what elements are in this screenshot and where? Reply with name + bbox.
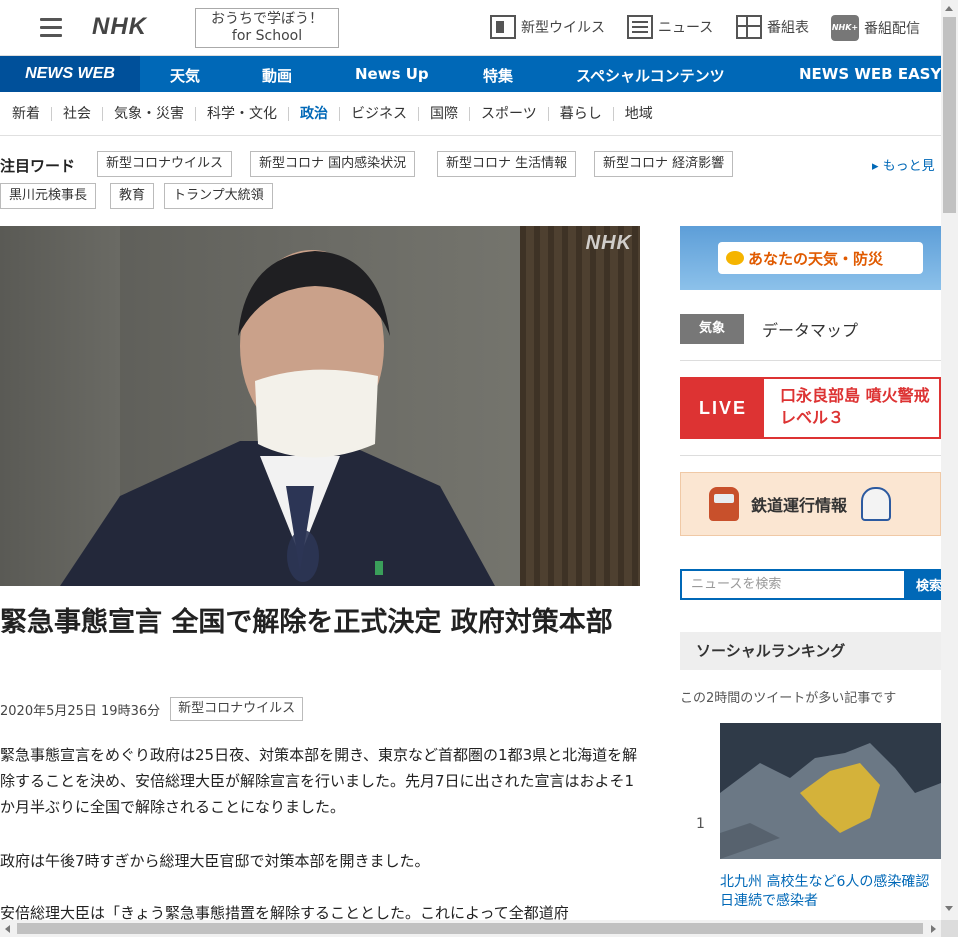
rail-info-text: 鉄道運行情報 (751, 496, 848, 515)
attention-tag[interactable]: 新型コロナウイルス (97, 151, 233, 177)
category-international[interactable]: 国際 (419, 106, 470, 121)
weather-banner-label: あなたの天気・防災 (748, 249, 884, 268)
nav-news-web-easy[interactable]: NEWS WEB EASY (799, 65, 941, 83)
attention-tag[interactable]: 黒川元検事長 (0, 183, 97, 209)
ranking-number: 1 (696, 816, 705, 832)
ranking-item-text[interactable]: 北九州 高校生など6人の感染確認 日連続で感染者 (720, 873, 941, 911)
divider (680, 360, 941, 361)
virus-news-icon (490, 15, 516, 39)
shinkansen-icon (861, 487, 892, 521)
header-link-program-guide[interactable]: 番組表 (736, 15, 809, 39)
school-line-1: おうちで学ぼう！ (211, 11, 323, 27)
news-search: 検索 (680, 569, 941, 600)
site-header: NHK おうちで学ぼう！ for School 新型ウイルス ニュース 番組表 … (0, 0, 941, 56)
attention-tag[interactable]: 新型コロナ 生活情報 (437, 151, 577, 177)
live-banner[interactable]: LIVE 口永良部島 噴火警戒レベル３ (680, 377, 941, 439)
article-paragraph: 緊急事態宣言をめぐり政府は25日夜、対策本部を開き、東京など首都圏の1都3県と北… (0, 746, 638, 816)
data-map-link[interactable]: 気象 データマップ (680, 314, 858, 344)
header-link-virus[interactable]: 新型ウイルス (490, 15, 605, 39)
header-link-label: 新型ウイルス (521, 20, 605, 36)
scrollbar-corner (941, 920, 958, 937)
header-link-label: ニュース (658, 20, 714, 36)
more-words-link[interactable]: ▸ もっと見 (872, 155, 935, 174)
news-icon (627, 15, 653, 39)
search-input[interactable] (680, 569, 904, 600)
category-region[interactable]: 地域 (614, 107, 664, 121)
train-icon (709, 487, 739, 521)
article-paragraph: 政府は午後7時すぎから総理大臣官邸で対策本部を開きました。 (0, 852, 430, 870)
vertical-scroll-thumb[interactable] (943, 17, 956, 213)
article-meta: 2020年5月25日 19時36分 新型コロナウイルス (0, 697, 304, 721)
category-society[interactable]: 社会 (52, 106, 103, 121)
for-school-banner[interactable]: おうちで学ぼう！ for School (195, 8, 339, 48)
header-link-label: 番組配信 (864, 21, 920, 37)
nhk-logo[interactable]: NHK (92, 13, 147, 41)
divider (680, 455, 941, 456)
horizontal-scroll-thumb[interactable] (17, 923, 923, 934)
weather-banner[interactable]: あなたの天気・防災 (680, 226, 941, 290)
nav-video[interactable]: 動画 (262, 65, 292, 86)
category-politics[interactable]: 政治 (289, 106, 340, 121)
weather-banner-pill: あなたの天気・防災 (718, 242, 923, 274)
live-badge: LIVE (682, 379, 764, 437)
nav-news-up[interactable]: News Up (355, 65, 429, 83)
nav-special-contents[interactable]: スペシャルコンテンツ (576, 65, 725, 86)
header-link-news[interactable]: ニュース (627, 15, 713, 39)
category-science-culture[interactable]: 科学・文化 (196, 106, 289, 121)
nhk-watermark: NHK (585, 232, 632, 254)
article-title: 緊急事態宣言 全国で解除を正式決定 政府対策本部 (0, 607, 613, 638)
vertical-scrollbar[interactable] (941, 0, 958, 920)
category-sports[interactable]: スポーツ (470, 106, 549, 121)
attention-words-title: 注目ワード (0, 157, 76, 175)
data-map-badge: 気象 (680, 314, 744, 344)
program-guide-icon (736, 15, 762, 39)
social-ranking-subtitle: この2時間のツイートが多い記事です (680, 691, 897, 706)
rail-info-banner[interactable]: 鉄道運行情報 (680, 472, 941, 536)
hamburger-menu-icon[interactable] (40, 18, 62, 37)
main-nav: NEWS WEB 天気 動画 News Up 特集 スペシャルコンテンツ NEW… (0, 56, 941, 92)
horizontal-scrollbar[interactable] (0, 920, 941, 937)
category-life[interactable]: 暮らし (549, 106, 614, 121)
header-link-label: 番組表 (767, 20, 809, 36)
person-figure (60, 250, 495, 586)
attention-tag[interactable]: 教育 (110, 183, 155, 209)
nav-weather[interactable]: 天気 (170, 65, 200, 86)
nav-features[interactable]: 特集 (483, 65, 513, 86)
article-category-tag[interactable]: 新型コロナウイルス (170, 697, 304, 721)
article-date: 2020年5月25日 19時36分 (0, 703, 161, 719)
header-link-streaming[interactable]: NHK+ 番組配信 (831, 15, 920, 41)
news-web-brand[interactable]: NEWS WEB (0, 56, 140, 92)
scroll-right-icon[interactable] (931, 925, 936, 933)
category-weather-disaster[interactable]: 気象・災害 (103, 106, 196, 121)
live-text: 口永良部島 噴火警戒レベル３ (764, 379, 939, 437)
scroll-down-icon[interactable] (945, 906, 953, 911)
school-line-2: for School (231, 28, 303, 44)
category-business[interactable]: ビジネス (340, 106, 419, 121)
scroll-up-icon[interactable] (945, 6, 953, 11)
article-hero-image: NHK (0, 226, 640, 586)
sun-cloud-icon (726, 251, 744, 265)
category-new[interactable]: 新着 (12, 106, 52, 121)
attention-tag[interactable]: トランプ大統領 (164, 183, 273, 209)
data-map-text: データマップ (762, 321, 859, 340)
ranking-map-image[interactable] (720, 723, 941, 859)
scroll-left-icon[interactable] (5, 925, 10, 933)
attention-tag[interactable]: 新型コロナ 経済影響 (594, 151, 734, 177)
attention-tag[interactable]: 新型コロナ 国内感染状況 (250, 151, 416, 177)
kyushu-map (720, 743, 941, 859)
search-button[interactable]: 検索 (904, 569, 941, 600)
category-nav: 新着 社会 気象・災害 科学・文化 政治 ビジネス 国際 スポーツ 暮らし 地域 (0, 92, 941, 136)
social-ranking-title: ソーシャルランキング (680, 632, 941, 670)
nhk-plus-icon: NHK+ (831, 15, 859, 41)
